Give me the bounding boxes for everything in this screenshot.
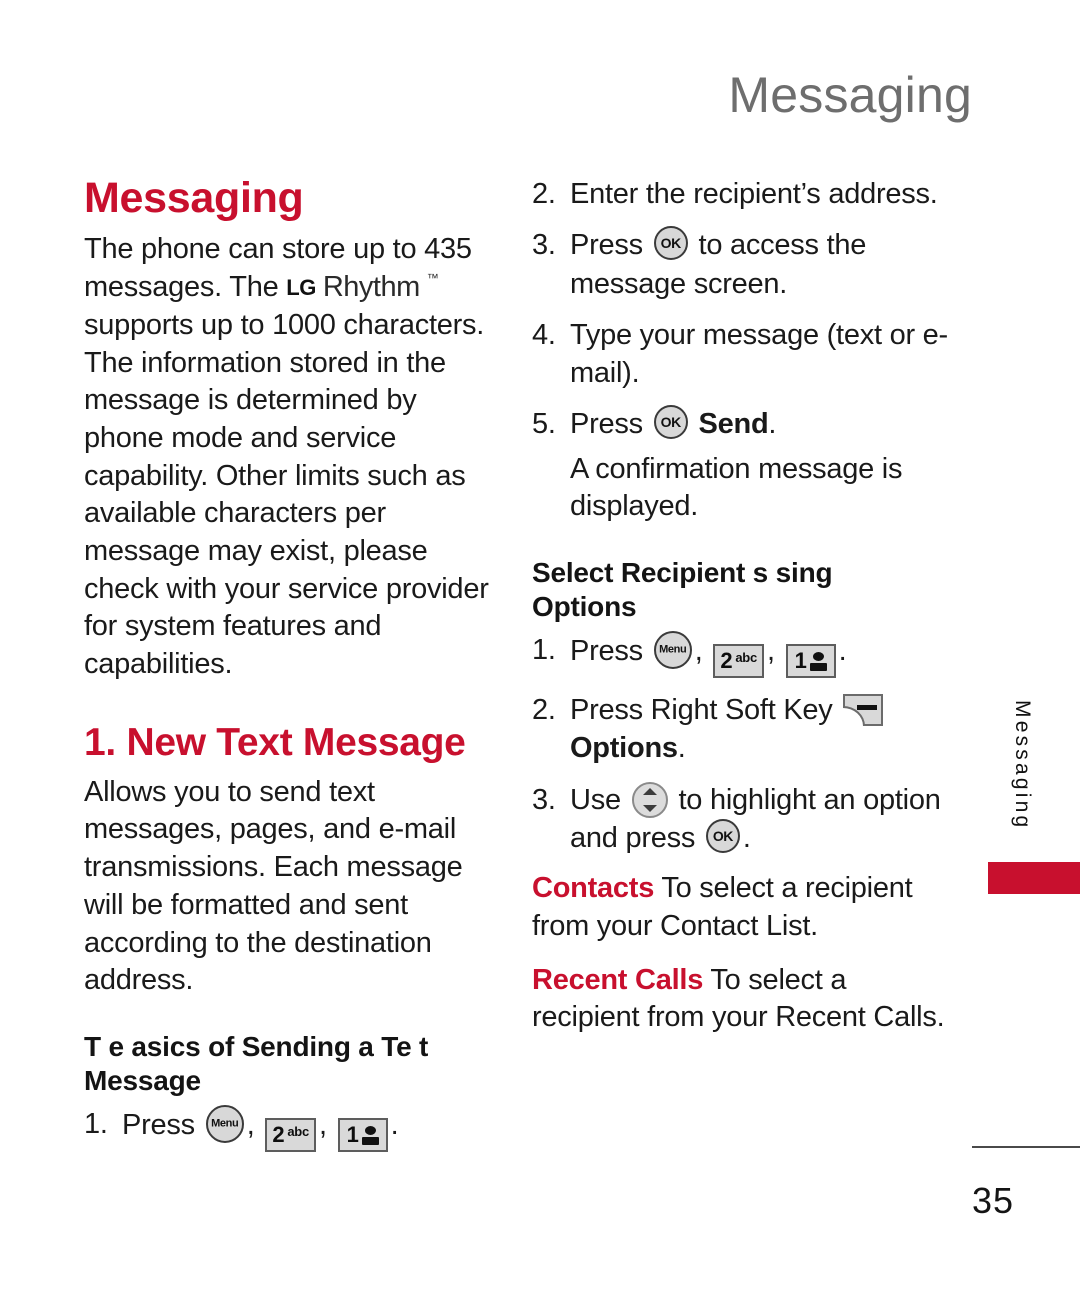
subsection-body: Allows you to send text messages, pages,… [84,775,463,997]
keypad-key-2-icon[interactable]: 2 abc [265,1118,316,1153]
period: . [677,732,686,765]
options-step-1: 1. Press Menu , 2 abc , 1 . [532,631,952,679]
right-step-3: 3. Press OK to access the message screen… [532,226,952,303]
page-number: 35 [972,1180,1015,1221]
intro-text-after-logo: supports up to 1000 characters. The info… [84,308,489,680]
right-soft-key-icon[interactable] [843,694,884,727]
right-step-5: 5. Press OK Send. [532,405,952,443]
lg-logo-word: Rhythm [322,271,420,304]
side-tab-marker [988,862,1080,894]
trademark-symbol: ™ [426,271,439,286]
menu-key-label: Menu [659,643,687,656]
intro-paragraph: The phone can store up to 435 messages. … [84,231,496,683]
period: . [742,821,751,854]
step-text: Press OK Send. [570,405,952,443]
options-step-2: 2. Press Right Soft Key Options. [532,691,952,768]
subsection-title-new-text-message: 1. New Text Message [84,720,466,764]
voicemail-glyph-icon [809,651,827,671]
select-recipients-heading: Select Recipient s sing Options [532,556,952,623]
key-2-letters: abc [287,1123,309,1139]
ok-key-label: OK [712,827,734,844]
options-label: Options [570,732,678,765]
ok-key-icon[interactable]: OK [653,226,688,261]
step-lead-text: Press [570,635,643,668]
step-number: 2. [532,178,556,210]
step-number: 3. [532,783,556,816]
voicemail-glyph-icon [361,1125,379,1145]
select-heading-line-1: Select Recipient s sing [532,556,833,588]
left-column: Messaging The phone can store up to 435 … [84,175,496,1165]
lg-rhythm-logo: LG Rhythm ™ [286,269,438,307]
chevron-down-icon [642,804,657,812]
menu-key-label: Menu [211,1117,239,1130]
step-number: 3. [532,229,556,262]
chevron-up-icon [642,787,657,795]
step-text: Press Menu , 2 abc , 1 . [570,631,952,679]
definition-term: Contacts [532,872,655,905]
keypad-key-1-icon[interactable]: 1 [785,644,836,679]
step-text: Use to highlight an option and press OK … [570,781,952,858]
ok-key-label: OK [660,235,682,252]
select-heading-line-2: Options [532,590,637,622]
right-step-4: 4. Type your message (text or e-mail). [532,316,952,393]
step-text: Enter the recipient’s address. [570,178,938,210]
step-text: Press Menu , 2 abc , 1 . [122,1105,496,1153]
key-2-digit: 2 [272,1122,285,1148]
right-column: 2. Enter the recipient’s address. 3. Pre… [532,175,952,1043]
step-number: 5. [532,408,556,441]
menu-key-icon[interactable]: Menu [205,1105,244,1144]
ok-key-label: OK [660,414,682,431]
step-lead-text: Press Right Soft Key [570,694,833,727]
keypad-key-2-icon[interactable]: 2 abc [713,644,764,679]
step-number: 1. [84,1108,108,1141]
menu-key-icon[interactable]: Menu [653,631,692,670]
definition-recent-calls: Recent Calls To select a recipient from … [532,962,952,1037]
period-1: . [838,635,847,668]
key-2-letters: abc [735,649,757,665]
running-header: Messaging [728,67,972,123]
send-label: Send [698,408,769,441]
comma-1: , [246,1109,255,1142]
step-lead-text: Press [570,408,643,441]
keypad-key-1-icon[interactable]: 1 [337,1118,388,1153]
confirmation-note: A confirmation message is displayed. [570,452,903,523]
left-step-1: 1. Press Menu , 2 abc , 1 . [84,1105,496,1153]
right-step-2: 2. Enter the recipient’s address. [532,175,952,213]
step-lead-text: Press [122,1109,195,1142]
step-number: 4. [532,318,556,351]
ok-key-icon[interactable]: OK [653,405,688,440]
footer-divider [972,1146,1080,1148]
ok-key-icon[interactable]: OK [705,818,740,853]
basics-heading: T e asics of Sending a Te t Message [84,1030,429,1096]
definition-term: Recent Calls [532,963,704,996]
period: . [768,408,777,441]
key-2-digit: 2 [720,648,733,674]
step-lead-text: Press [570,229,643,262]
step-lead-text: Use [570,783,621,816]
key-1-digit: 1 [794,648,807,674]
navigation-key-icon[interactable] [631,781,668,818]
period-1: . [390,1109,399,1142]
step-text: Press Right Soft Key Options. [570,691,952,768]
comma-2: , [766,635,775,668]
side-tab-label: Messaging [1011,700,1034,831]
options-step-3: 3. Use to highlight an option and press … [532,781,952,858]
step-mid-text: to highlight an option and press [570,783,941,854]
step-text: Type your message (text or e-mail). [570,318,948,390]
page-title: Messaging [84,174,304,222]
key-1-digit: 1 [346,1122,359,1148]
lg-logo-mark: LG [286,275,316,301]
step-number: 2. [532,694,556,727]
step-number: 1. [532,634,556,667]
comma-1: , [694,635,703,668]
comma-2: , [318,1109,327,1142]
step-text: Press OK to access the message screen. [570,226,952,303]
definition-contacts: Contacts To select a recipient from your… [532,870,952,945]
soft-key-dash-icon [857,705,878,711]
